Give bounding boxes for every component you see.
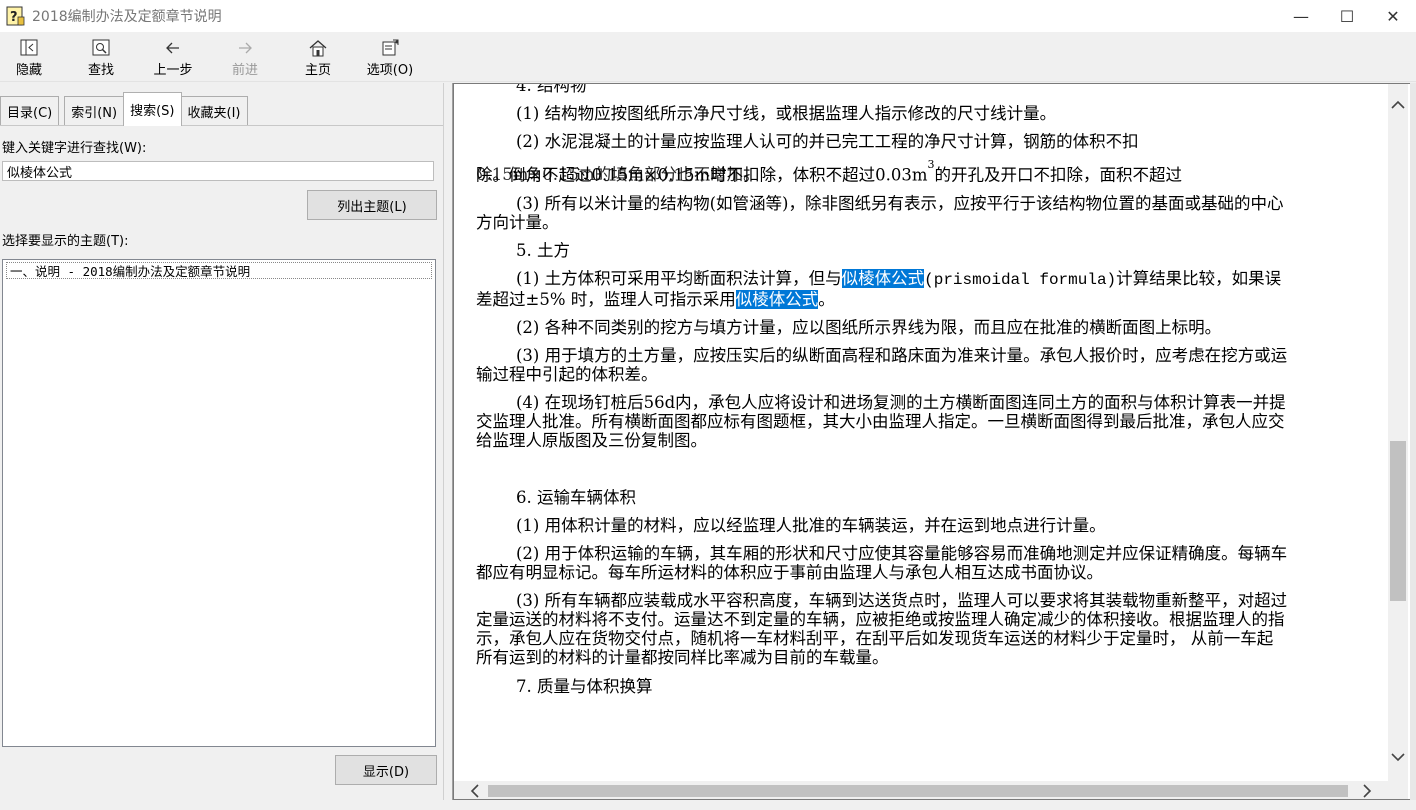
vertical-scroll-thumb[interactable] [1390,441,1406,601]
toolbar: 隐藏 查找 上一步 前进 主页 选项(O) [0,32,1416,82]
section-heading: 4. 结构物 [516,83,587,95]
text-run: (prismoidal formula) [924,271,1117,289]
overlapping-lines: 除。倒角不超过0.15m×0.15m时不扣除，体积不超过0.03m3的开孔及开口… [476,155,1288,185]
scroll-up-icon[interactable] [1389,96,1407,114]
list-topics-button[interactable]: 列出主题(L) [307,190,437,220]
topic-list[interactable]: 一、说明 - 2018编制办法及定额章节说明 [2,259,436,747]
scroll-down-icon[interactable] [1389,748,1407,766]
search-highlight: 似棱体公式 [735,290,819,309]
status-strip [0,800,1416,810]
paragraph: (3) 所有以米计量的结构物(如管涵等)，除非图纸另有表示，应按平行于该结构物位… [476,194,1284,232]
select-topic-label: 选择要显示的主题(T): [2,234,129,249]
forward-button[interactable]: 前进 [202,32,288,82]
scroll-right-icon[interactable] [1358,782,1376,799]
superscript: 3 [927,158,935,171]
back-button[interactable]: 上一步 [144,32,202,82]
tab-favorites[interactable]: 收藏夹(I) [180,96,248,126]
section-heading: 6. 运输车辆体积 [516,488,636,507]
paragraph: (1) 结构物应按图纸所示净尺寸线，或根据监理人指示修改的尺寸线计量。 [516,104,1057,123]
paragraph: (2) 用于体积运输的车辆，其车厢的形状和尺寸应使其容量能够容易而准确地测定并应… [476,544,1288,582]
help-file-icon: ? [4,5,26,27]
paragraph: (1) 土方体积可采用平均断面积法计算，但与似棱体公式(prismoidal f… [476,269,1288,309]
options-button[interactable]: 选项(O) [348,32,432,82]
title-bar: ? 2018编制办法及定额章节说明 — ☐ ✕ [0,0,1416,32]
list-item[interactable]: 一、说明 - 2018编制办法及定额章节说明 [6,262,432,279]
display-button[interactable]: 显示(D) [335,755,437,785]
search-input[interactable] [2,161,434,181]
scrollbar-corner [1388,781,1408,799]
nav-tabs: 目录(C) 索引(N) 搜索(S) 收藏夹(I) [0,92,248,126]
options-icon [380,38,400,58]
forward-arrow-icon [236,38,254,58]
paragraph-line: (2) 水泥混凝土的计量应按监理人认可的并已完工工程的净尺寸计算，钢筋的体积不扣 [516,132,1139,151]
tab-contents[interactable]: 目录(C) [0,96,60,126]
scroll-left-icon[interactable] [466,782,484,799]
keyword-label: 键入关键字进行查找(W): [2,141,147,156]
paragraph: (2) 各种不同类别的挖方与填方计量，应以图纸所示界线为限，而且应在批准的横断面… [516,318,1222,337]
maximize-button[interactable]: ☐ [1324,0,1370,32]
horizontal-scroll-thumb[interactable] [488,785,1348,797]
paragraph: (1) 用体积计量的材料，应以经监理人批准的车辆装运，并在运到地点进行计量。 [516,516,1106,535]
home-button[interactable]: 主页 [288,32,348,82]
paragraph-line: 0.15m×0.15m的填角部分也不增加。 [476,165,760,184]
text-run: (1) 土方体积可采用平均断面积法计算，但与 [516,269,842,288]
horizontal-scrollbar[interactable] [454,781,1388,799]
text-run: 。 [818,290,835,309]
content-pane: 4. 结构物 (1) 结构物应按图纸所示净尺寸线，或根据监理人指示修改的尺寸线计… [453,83,1416,800]
vertical-scrollbar[interactable] [1388,84,1408,784]
back-arrow-icon [164,38,182,58]
find-icon [91,38,111,58]
paragraph: (4) 在现场钉桩后56d内，承包人应将设计和进场复测的土方横断面图连同土方的面… [476,393,1286,450]
hide-icon [19,38,39,58]
line-text: 的开孔及开口不扣除，面积不超过 [934,165,1182,185]
section-heading: 5. 土方 [516,241,570,260]
home-icon [308,38,328,58]
minimize-button[interactable]: — [1278,0,1324,32]
section-heading: 7. 质量与体积换算 [516,677,653,696]
window-title: 2018编制办法及定额章节说明 [32,9,222,25]
svg-text:?: ? [10,10,18,25]
tab-index[interactable]: 索引(N) [64,96,125,126]
navigation-pane: 目录(C) 索引(N) 搜索(S) 收藏夹(I) 键入关键字进行查找(W): 列… [0,83,443,800]
tab-search[interactable]: 搜索(S) [123,92,182,126]
document-body: 4. 结构物 (1) 结构物应按图纸所示净尺寸线，或根据监理人指示修改的尺寸线计… [476,83,1288,696]
paragraph: (3) 用于填方的土方量，应按压实后的纵断面高程和路床面为准来计量。承包人报价时… [476,346,1288,384]
search-highlight: 似棱体公式 [841,269,925,288]
window-edge [1410,83,1416,800]
pane-splitter[interactable] [443,83,453,800]
search-tab-panel: 键入关键字进行查找(W): 列出主题(L) 选择要显示的主题(T): 一、说明 … [0,125,443,800]
close-button[interactable]: ✕ [1370,0,1416,32]
find-button[interactable]: 查找 [58,32,144,82]
paragraph: (2) 水泥混凝土的计量应按监理人认可的并已完工工程的净尺寸计算，钢筋的体积不扣… [476,132,1288,185]
hide-button[interactable]: 隐藏 [0,32,58,82]
paragraph: (3) 所有车辆都应装载成水平容积高度，车辆到达送货点时，监理人可以要求将其装载… [476,591,1288,667]
